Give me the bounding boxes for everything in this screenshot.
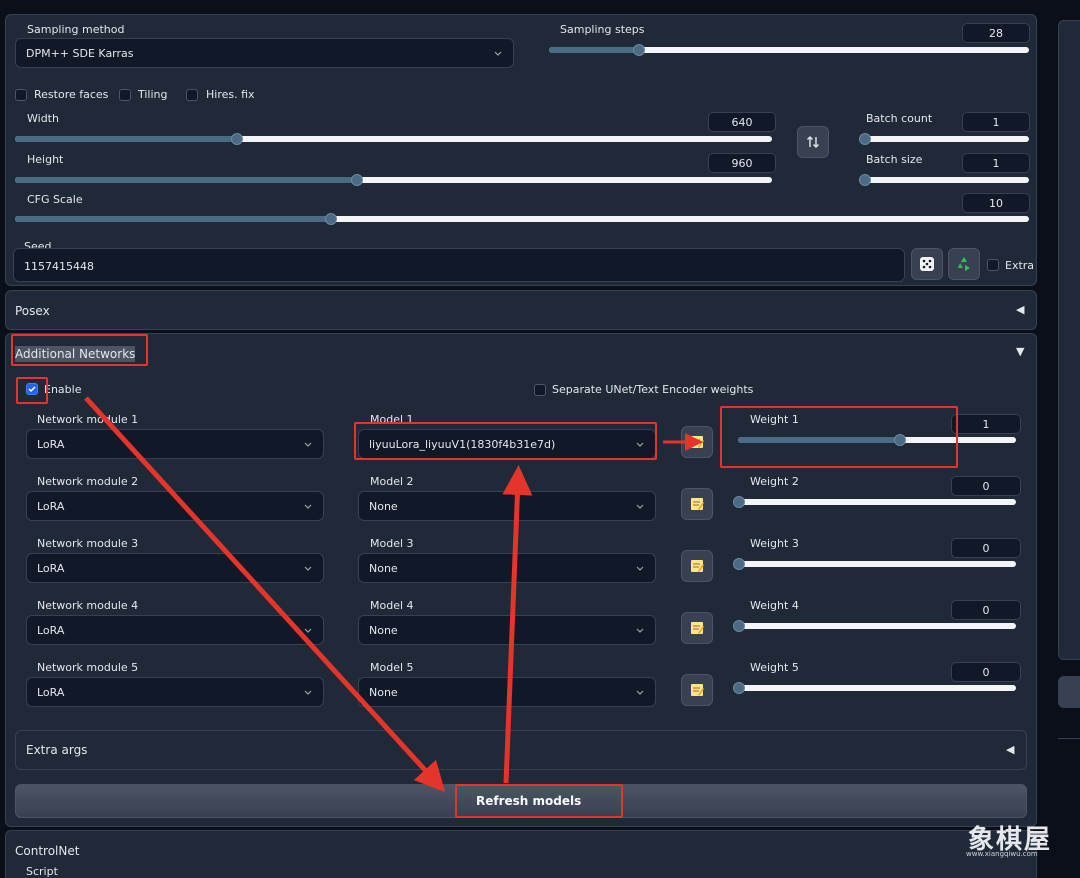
annotation-arrow-enable-to-refresh — [84, 396, 446, 793]
annotation-arrows — [84, 396, 703, 793]
annotation-arrow-refresh-to-model — [502, 465, 533, 784]
